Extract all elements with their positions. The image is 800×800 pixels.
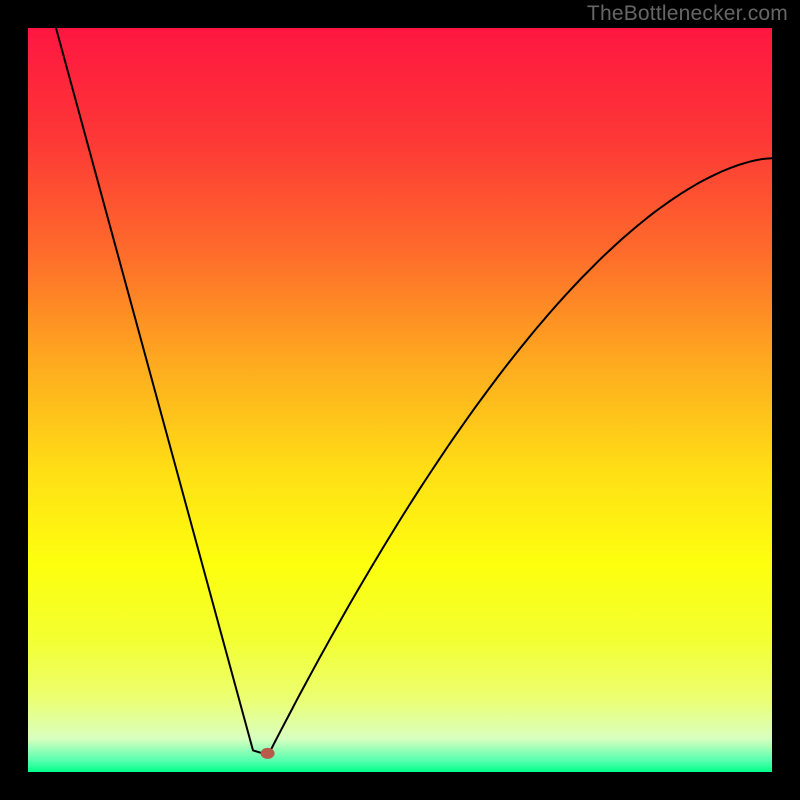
chart-frame: TheBottlenecker.com xyxy=(0,0,800,800)
gradient-background xyxy=(28,28,772,772)
watermark-text: TheBottlenecker.com xyxy=(587,2,788,26)
plot-svg xyxy=(28,28,772,772)
plot-area xyxy=(28,28,772,772)
optimum-marker xyxy=(261,748,275,759)
